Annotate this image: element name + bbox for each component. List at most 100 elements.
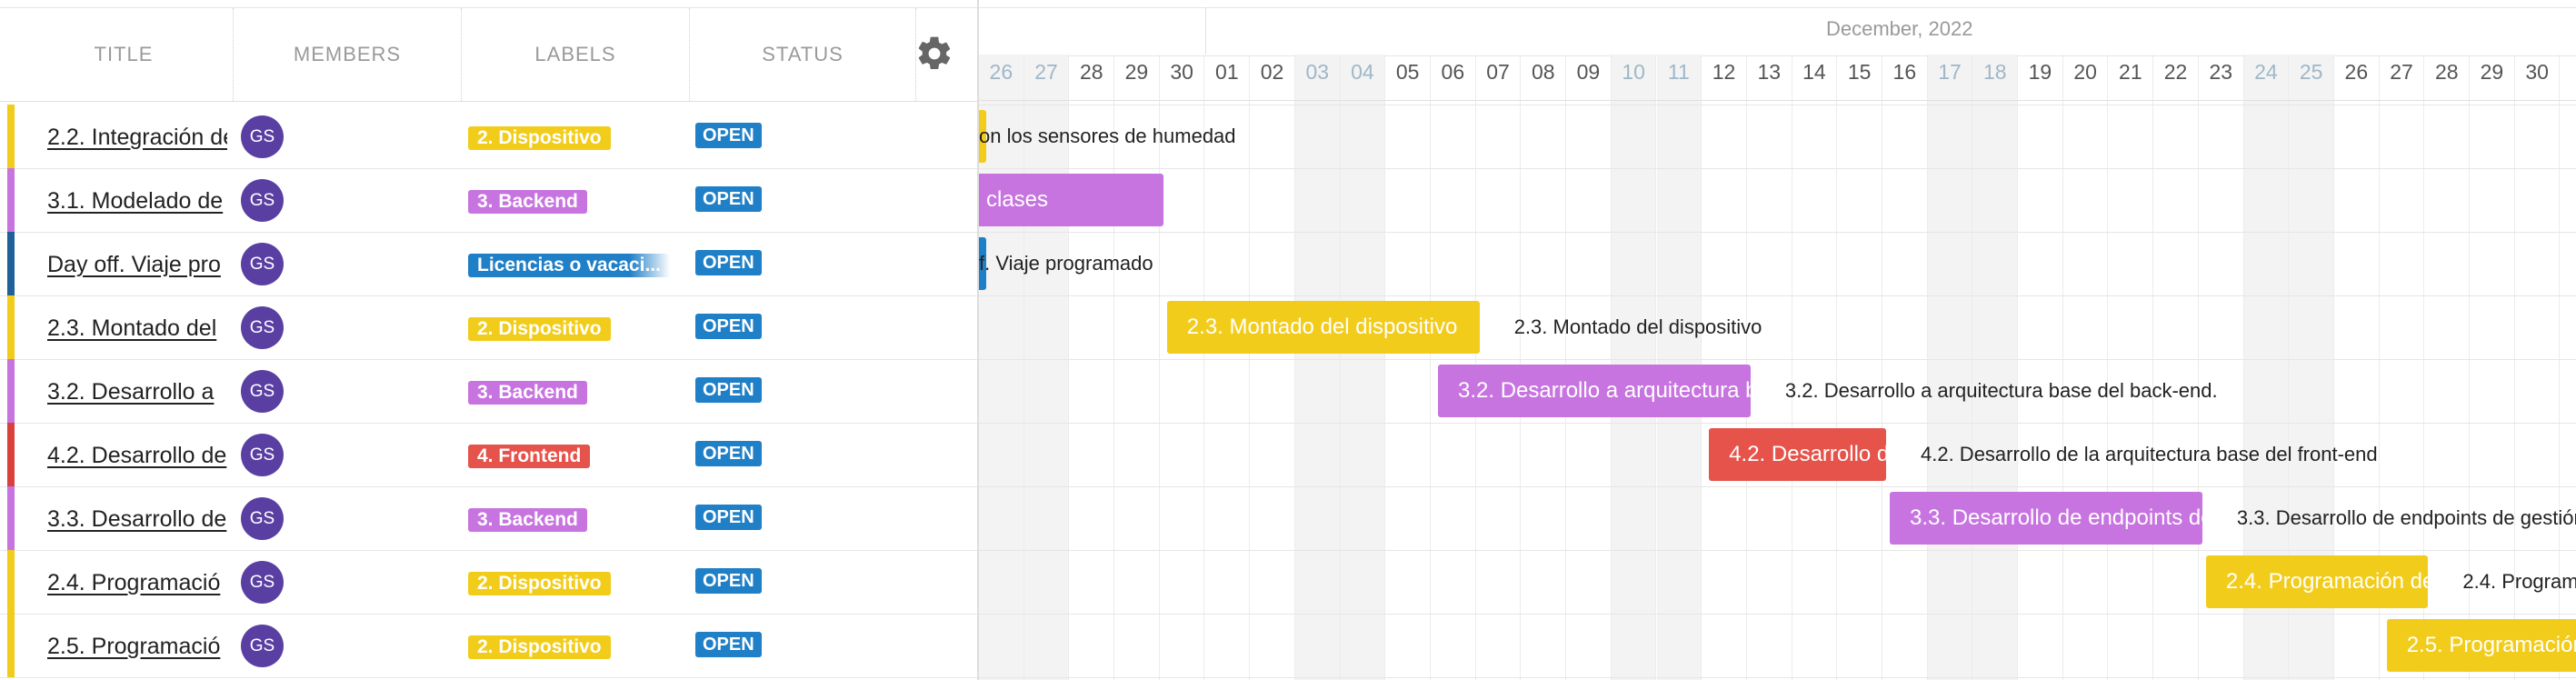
task-bar-label: 2.4. Programación del dispositivo (2462, 570, 2576, 593)
status-badge[interactable]: OPEN (695, 314, 762, 339)
day-number: 13 (1757, 60, 1782, 84)
gantt-chart: December, 2022 26 27 28 29 30 01 02 03 04 05 06 07 0… (979, 0, 2576, 680)
day-number: 01 (1215, 60, 1239, 84)
row-color-stripe (7, 550, 15, 614)
label-badge[interactable]: 2. Dispositivo (468, 635, 611, 659)
label-badge[interactable]: 3. Backend (468, 381, 587, 405)
task-bar[interactable]: 3.2. Desarrollo a arquitectura base del … (1438, 365, 1751, 417)
day-number: 29 (1124, 60, 1149, 84)
status-badge[interactable]: OPEN (695, 568, 762, 594)
table-row[interactable]: Day off. Viaje pro GS Licencias o vacaci… (0, 232, 977, 296)
day-column: 02 (1250, 55, 1295, 680)
column-header-labels[interactable]: LABELS (462, 8, 690, 101)
task-title-link[interactable]: 2.4. Programació (47, 570, 227, 596)
label-badge[interactable]: 4. Frontend (468, 445, 591, 468)
day-number: 06 (1441, 60, 1465, 84)
column-header-title[interactable]: TITLE (15, 8, 234, 101)
status-badge[interactable]: OPEN (695, 632, 762, 657)
avatar[interactable]: GS (241, 561, 284, 604)
day-number: 27 (2390, 60, 2413, 84)
table-row[interactable]: 2.3. Montado del GS 2. Dispositivo OPEN (0, 295, 977, 360)
table-row[interactable]: 3.2. Desarrollo a GS 3. Backend OPEN (0, 359, 977, 424)
task-title-link[interactable]: 3.1. Modelado de (47, 188, 227, 215)
day-number: 08 (1531, 60, 1555, 84)
task-title-link[interactable]: 2.2. Integración de (47, 125, 227, 151)
avatar[interactable]: GS (241, 370, 284, 413)
avatar[interactable]: GS (241, 434, 284, 476)
task-bar-label: 3.2. Desarrollo a arquitectura base del … (1784, 379, 2218, 402)
task-bar[interactable]: 3.3. Desarrollo de endpoints de gestión (1890, 492, 2202, 545)
row-color-stripe (7, 486, 15, 550)
day-number: 14 (1802, 60, 1826, 84)
task-title-link[interactable]: 4.2. Desarrollo de (47, 443, 227, 469)
day-number: 28 (2434, 60, 2459, 84)
day-number: 07 (1486, 60, 1510, 84)
label-badge[interactable]: 2. Dispositivo (468, 572, 611, 595)
row-color-stripe (7, 295, 15, 359)
column-header-members[interactable]: MEMBERS (234, 8, 462, 101)
avatar[interactable]: GS (241, 243, 284, 285)
day-number: 18 (1982, 60, 2007, 84)
avatar[interactable]: GS (241, 306, 284, 349)
row-color-stripe (7, 423, 15, 486)
status-badge[interactable]: OPEN (695, 505, 762, 530)
gear-icon[interactable] (914, 34, 954, 74)
day-number: 16 (1892, 60, 1917, 84)
table-row[interactable]: 4.2. Desarrollo de GS 4. Frontend OPEN (0, 423, 977, 487)
table-row[interactable]: 2.2. Integración de GS 2. Dispositivo OP… (0, 105, 977, 169)
day-number: 25 (2299, 60, 2323, 84)
task-bar-label: f. Viaje programado (979, 252, 1153, 275)
label-badge[interactable]: 2. Dispositivo (468, 126, 611, 150)
row-color-stripe (7, 232, 15, 295)
day-number: 09 (1576, 60, 1601, 84)
day-number: 03 (1305, 60, 1330, 84)
label-badge[interactable]: 3. Backend (468, 508, 587, 532)
row-color-stripe (7, 359, 15, 423)
label-badge[interactable]: 3. Backend (468, 190, 587, 214)
day-column: 05 (1385, 55, 1431, 680)
table-row[interactable]: 2.4. Programació GS 2. Dispositivo OPEN (0, 550, 977, 615)
day-number: 27 (1034, 60, 1058, 84)
label-badge[interactable]: Licencias o vacaci... (468, 254, 670, 277)
table-row[interactable]: 3.3. Desarrollo de GS 3. Backend OPEN (0, 486, 977, 551)
table-row[interactable]: 3.1. Modelado de GS 3. Backend OPEN (0, 168, 977, 233)
month-label: December, 2022 (1826, 17, 1973, 40)
row-color-stripe (7, 168, 15, 232)
status-badge[interactable]: OPEN (695, 441, 762, 466)
task-bar[interactable]: 4.2. Desarrollo de la arquitectura base … (1709, 428, 1886, 481)
task-bar[interactable]: 2.3. Montado del dispositivo (1166, 301, 1480, 354)
task-title-link[interactable]: Day off. Viaje pro (47, 252, 227, 278)
avatar[interactable]: GS (241, 115, 284, 158)
task-bar[interactable]: 2.5. Programación del dispositivo (2386, 619, 2576, 672)
task-title-link[interactable]: 3.2. Desarrollo a (47, 379, 227, 405)
day-number: 29 (2480, 60, 2504, 84)
task-bar[interactable]: clases (979, 174, 1163, 226)
day-number: 20 (2073, 60, 2097, 84)
status-badge[interactable]: OPEN (695, 377, 762, 403)
day-number: 22 (2163, 60, 2188, 84)
day-column: 03 (1294, 55, 1341, 680)
status-badge[interactable]: OPEN (695, 123, 762, 148)
day-number: 04 (1351, 60, 1374, 84)
day-number: 17 (1938, 60, 1962, 84)
avatar[interactable]: GS (241, 625, 284, 667)
label-badge[interactable]: 2. Dispositivo (468, 317, 611, 341)
day-number: 28 (1079, 60, 1103, 84)
task-title-link[interactable]: 2.5. Programació (47, 634, 227, 660)
day-number: 21 (2119, 60, 2142, 84)
day-number: 26 (989, 60, 1013, 84)
day-number: 11 (1667, 60, 1690, 84)
table-row[interactable]: 2.5. Programació GS 2. Dispositivo OPEN (0, 614, 977, 678)
task-bar[interactable]: 2.4. Programación del dispositivo (2205, 555, 2429, 608)
column-header-status[interactable]: STATUS (690, 8, 916, 101)
task-title-link[interactable]: 3.3. Desarrollo de (47, 506, 227, 533)
grid-header: TITLE MEMBERS LABELS STATUS (0, 7, 977, 102)
month-header: December, 2022 (979, 7, 2576, 56)
task-title-link[interactable]: 2.3. Montado del (47, 315, 227, 342)
avatar[interactable]: GS (241, 497, 284, 540)
status-badge[interactable]: OPEN (695, 186, 762, 212)
avatar[interactable]: GS (241, 179, 284, 222)
task-bar-label: 2.3. Montado del dispositivo (1513, 315, 1762, 338)
day-number: 30 (2525, 60, 2549, 84)
status-badge[interactable]: OPEN (695, 250, 762, 275)
